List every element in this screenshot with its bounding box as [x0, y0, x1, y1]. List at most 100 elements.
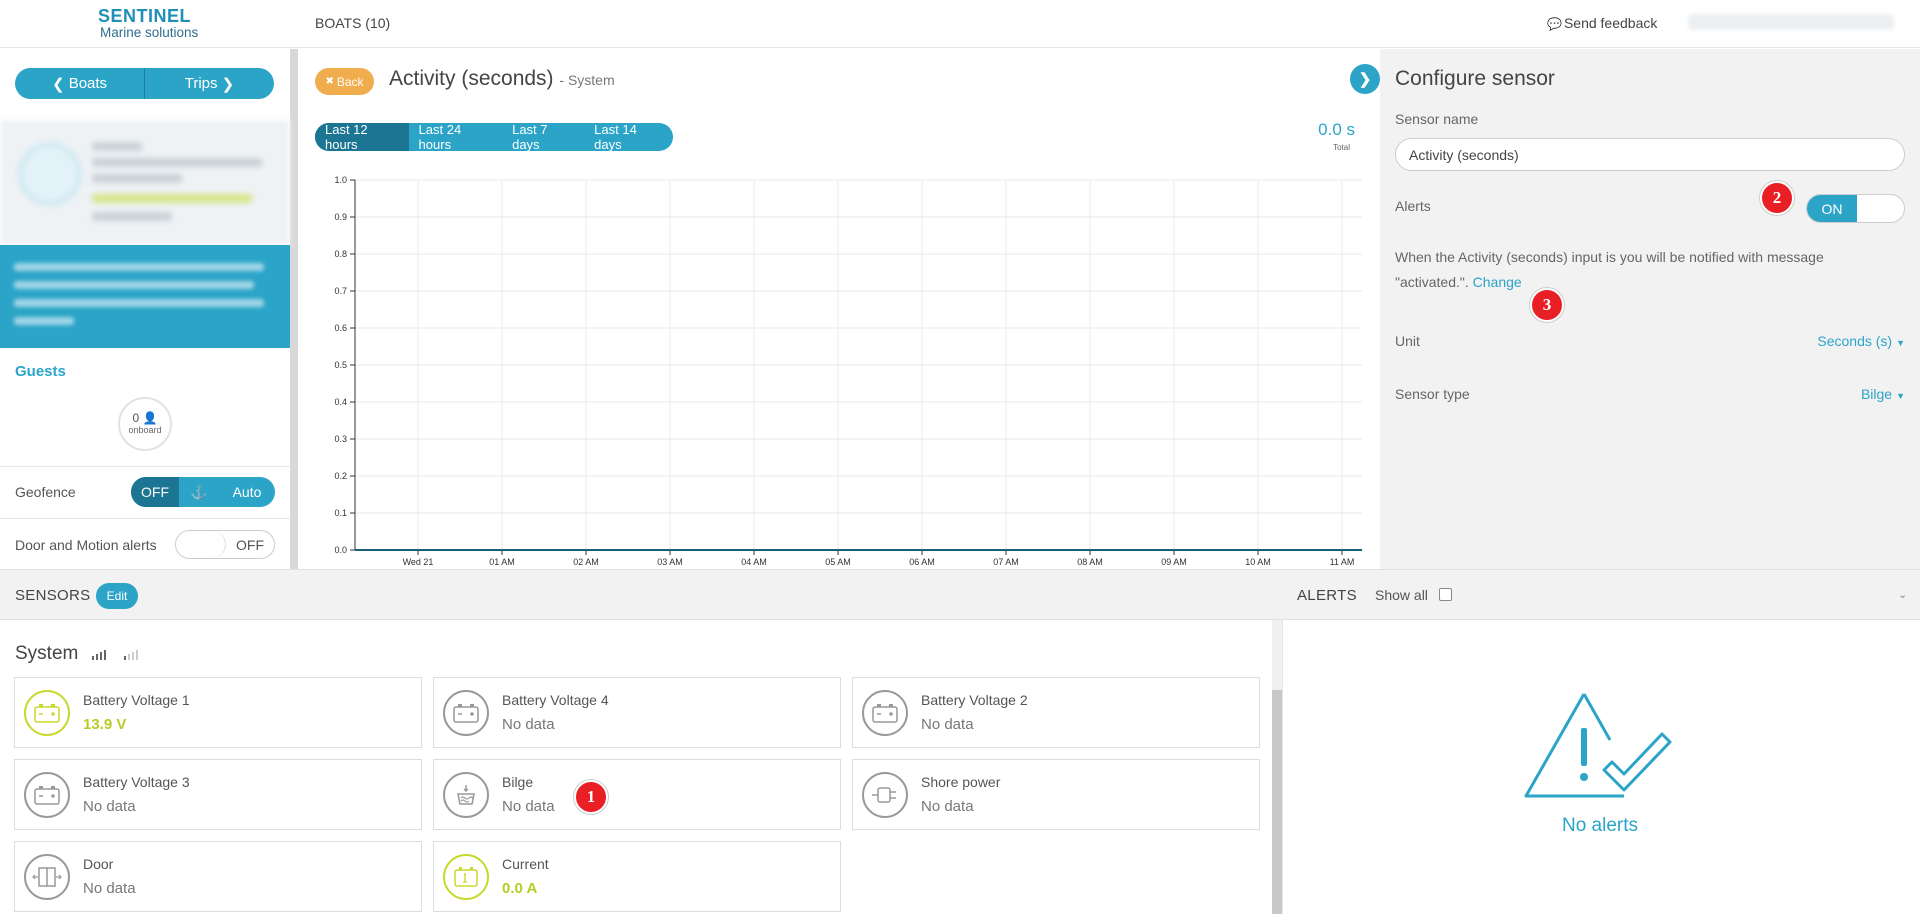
configure-sensor-title: Configure sensor	[1395, 67, 1555, 90]
x-tick-label: 03 AM	[657, 557, 683, 567]
caret-down-icon: ▼	[1896, 391, 1905, 401]
sensor-name-label: Sensor name	[1395, 111, 1479, 127]
show-all-checkbox[interactable]	[1439, 588, 1452, 601]
door-motion-toggle[interactable]: OFF	[175, 530, 275, 559]
trips-button-label: Trips	[184, 75, 218, 92]
sensor-card-battery-voltage-4[interactable]: Battery Voltage 4 No data	[433, 677, 841, 748]
blurred-line	[92, 158, 262, 167]
boats-button[interactable]: ❮ Boats	[15, 68, 144, 99]
signal-weak-icon	[124, 650, 138, 660]
range-last-24-hours[interactable]: Last 24 hours	[409, 123, 503, 151]
trips-button[interactable]: Trips ❯	[144, 68, 274, 99]
time-range-selector: Last 12 hours Last 24 hours Last 7 days …	[315, 123, 673, 151]
boats-trips-nav: ❮ Boats Trips ❯	[15, 68, 274, 99]
y-tick-label: 0.9	[334, 212, 347, 222]
sensor-name-input[interactable]	[1395, 138, 1905, 171]
activity-chart[interactable]: 0.0 0.1 0.2 0.3 0.4 0.5 0.6 0.7 0.8 0.9 1.0 Wed 21 0…	[310, 170, 1370, 569]
divider	[0, 466, 290, 467]
battery-icon	[24, 772, 70, 818]
sensor-card-bilge[interactable]: Bilge No data	[433, 759, 841, 830]
edit-sensors-button[interactable]: Edit	[96, 583, 138, 609]
send-feedback-label: Send feedback	[1563, 15, 1658, 31]
sensor-value: No data	[83, 798, 136, 815]
x-tick-label: 01 AM	[489, 557, 515, 567]
sensor-group-title: System	[15, 643, 79, 664]
blurred-line	[92, 174, 182, 183]
sensor-value: 0.0 A	[502, 880, 538, 897]
y-tick-label: 0.2	[334, 471, 347, 481]
blurred-line	[14, 299, 264, 307]
y-tick-label: 0.7	[334, 286, 347, 296]
unit-dropdown[interactable]: Seconds (s) ▼	[1700, 333, 1905, 349]
chevron-right-icon: ❯	[1358, 71, 1372, 88]
divider	[0, 518, 290, 519]
x-tick-label: 09 AM	[1161, 557, 1187, 567]
sensor-card-battery-voltage-2[interactable]: Battery Voltage 2 No data	[852, 677, 1260, 748]
blurred-line	[14, 281, 254, 289]
sensor-name: Battery Voltage 4	[502, 692, 609, 708]
sensor-value: No data	[502, 716, 555, 733]
sensors-scrollbar[interactable]	[1272, 620, 1282, 914]
alerts-title: ALERTS	[1297, 587, 1357, 604]
scrollbar-thumb[interactable]	[1272, 690, 1282, 914]
toggle-knob	[176, 531, 226, 558]
sensor-card-battery-voltage-3[interactable]: Battery Voltage 3 No data	[14, 759, 422, 830]
chevron-left-icon: ❮	[51, 75, 69, 93]
geofence-off-option[interactable]: OFF	[131, 477, 179, 507]
brand-logo[interactable]: SENTINEL Marine solutions	[98, 7, 198, 40]
sensor-type-label: Sensor type	[1395, 386, 1470, 402]
show-all-label: Show all	[1375, 587, 1428, 603]
anchor-icon[interactable]: ⚓	[179, 477, 219, 507]
boats-button-label: Boats	[68, 75, 108, 92]
alerts-toggle-state: ON	[1807, 195, 1857, 222]
sensor-name: Current	[502, 856, 549, 872]
x-tick-label: 06 AM	[909, 557, 935, 567]
bilge-icon	[443, 772, 489, 818]
configure-sensor-panel	[1380, 49, 1920, 569]
annotation-marker-2: 2	[1760, 181, 1794, 215]
sensor-name: Battery Voltage 2	[921, 692, 1028, 708]
sensor-value: No data	[502, 798, 555, 815]
collapse-panel-button[interactable]: ❯	[1350, 64, 1380, 94]
y-tick-label: 0.5	[334, 360, 347, 370]
boat-avatar	[18, 142, 82, 206]
guests-count: 0	[132, 411, 140, 425]
back-button[interactable]: ✖ Back	[315, 68, 374, 95]
range-last-14-days[interactable]: Last 14 days	[584, 123, 673, 151]
x-tick-label: 02 AM	[573, 557, 599, 567]
brand-name: SENTINEL	[98, 6, 192, 26]
y-tick-label: 0.6	[334, 323, 347, 333]
range-last-12-hours[interactable]: Last 12 hours	[315, 123, 409, 151]
alerts-toggle[interactable]: ON	[1806, 194, 1905, 223]
geofence-toggle: OFF ⚓ Auto	[131, 477, 275, 507]
x-tick-label: Wed 21	[403, 557, 434, 567]
boat-summary-card[interactable]	[0, 120, 290, 245]
chat-icon: 💬	[1547, 17, 1562, 31]
geofence-auto-option[interactable]: Auto	[219, 477, 275, 507]
nav-boats-link[interactable]: BOATS (10)	[315, 15, 390, 31]
person-icon: 👤	[142, 411, 158, 425]
sensor-card-current[interactable]: Current 0.0 A	[433, 841, 841, 912]
battery-icon	[443, 690, 489, 736]
sensor-card-shore-power[interactable]: Shore power No data	[852, 759, 1260, 830]
sensor-card-battery-voltage-1[interactable]: Battery Voltage 1 13.9 V	[14, 677, 422, 748]
x-tick-label: 07 AM	[993, 557, 1019, 567]
total-value: 0.0 s	[1318, 120, 1355, 139]
sidebar-scrollbar[interactable]	[290, 49, 298, 569]
caret-down-icon: ▼	[1896, 338, 1905, 348]
unit-dropdown-value: Seconds (s)	[1817, 333, 1893, 349]
send-feedback-link[interactable]: 💬 Send feedback	[1547, 15, 1657, 31]
sensor-card-door[interactable]: Door No data	[14, 841, 422, 912]
sensor-type-dropdown[interactable]: Bilge ▼	[1700, 386, 1905, 402]
chevron-down-icon[interactable]: ⌄	[1898, 588, 1907, 601]
change-message-link[interactable]: Change	[1473, 274, 1522, 290]
sensor-name: Battery Voltage 1	[83, 692, 190, 708]
door-motion-label: Door and Motion alerts	[15, 537, 157, 553]
user-menu[interactable]	[1688, 14, 1894, 30]
alert-message: When the Activity (seconds) input is you…	[1395, 245, 1895, 295]
close-icon: ✖	[325, 76, 334, 87]
sensor-value: No data	[921, 716, 974, 733]
y-tick-label: 0.3	[334, 434, 347, 444]
range-last-7-days[interactable]: Last 7 days	[502, 123, 584, 151]
guests-onboard-badge[interactable]: 0 👤 onboard	[118, 397, 172, 451]
